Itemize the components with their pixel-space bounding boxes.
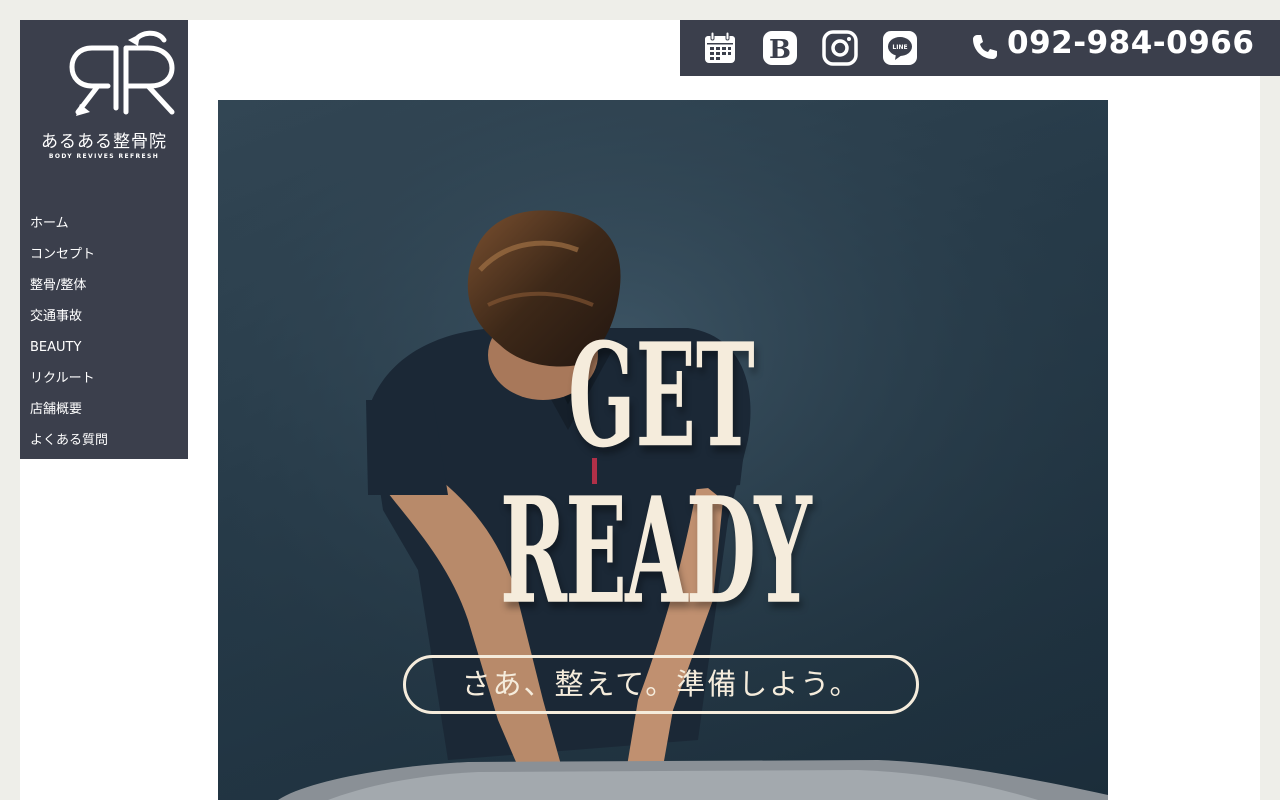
phone-number[interactable]: 092-984-0966 [1007,25,1254,61]
calendar-icon[interactable] [702,30,738,66]
beauty-b-icon[interactable]: B [762,30,798,66]
brand-name: あるある整骨院 [41,132,167,152]
nav-item-traffic-accident[interactable]: 交通事故 [30,307,108,338]
rr-logo-mark [69,30,175,116]
svg-text:LINE: LINE [892,44,907,51]
phone-icon [973,35,997,59]
main-nav: ホーム コンセプト 整骨/整体 交通事故 BEAUTY リクルート 店舗概要 よ… [30,214,108,462]
hero-subtitle-pill: さあ、整えて。準備しよう。 [403,655,919,714]
line-icon[interactable]: LINE [882,30,918,66]
nav-item-beauty[interactable]: BEAUTY [30,338,108,369]
nav-item-faq[interactable]: よくある質問 [30,431,108,462]
instagram-icon[interactable] [822,30,858,66]
hero-banner: GET READY さあ、整えて。準備しよう。 [218,100,1108,800]
hero-title-get: GET [568,312,755,480]
site-logo[interactable]: あるある整骨院 BODY REVIVES REFRESH [20,20,188,190]
nav-item-seikotsu[interactable]: 整骨/整体 [30,276,108,307]
nav-item-store-info[interactable]: 店舗概要 [30,400,108,431]
sidebar: あるある整骨院 BODY REVIVES REFRESH ホーム コンセプト 整… [20,20,188,459]
nav-item-home[interactable]: ホーム [30,214,108,245]
nav-item-recruit[interactable]: リクルート [30,369,108,400]
nav-item-concept[interactable]: コンセプト [30,245,108,276]
top-contact-bar: B LINE 092-984-0966 [680,20,1280,76]
svg-text:B: B [769,35,791,65]
hero-title-ready: READY [500,465,812,637]
brand-tagline: BODY REVIVES REFRESH [48,153,160,160]
